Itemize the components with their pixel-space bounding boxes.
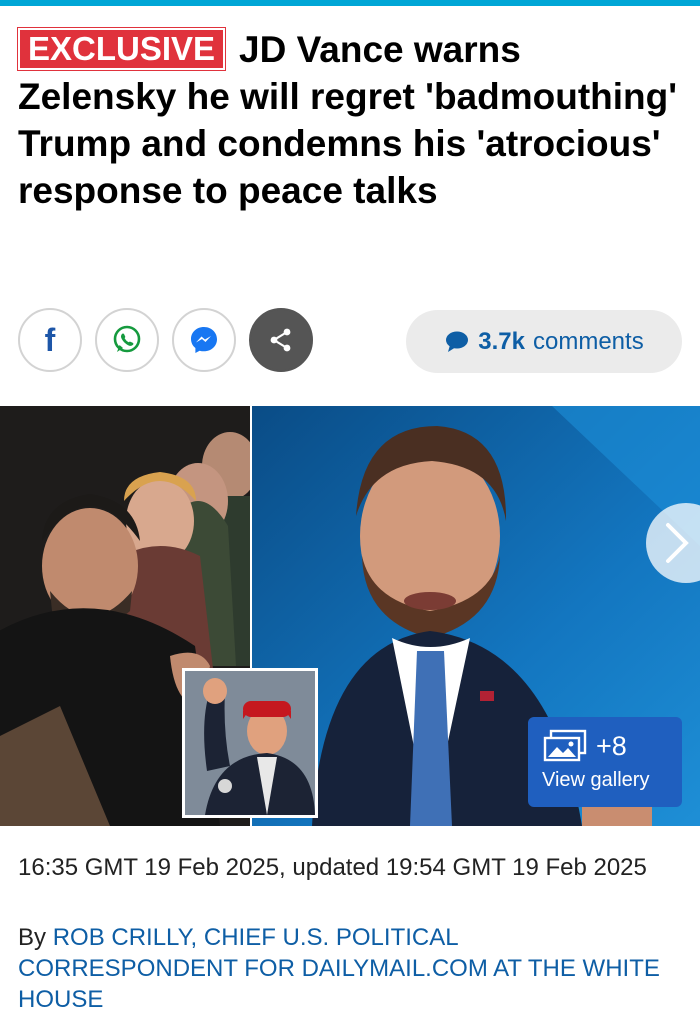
top-accent-bar — [0, 0, 700, 6]
chevron-right-icon — [666, 523, 689, 563]
comments-label: comments — [533, 327, 644, 355]
exclusive-badge: EXCLUSIVE — [18, 28, 226, 70]
speech-bubble-icon — [446, 331, 469, 352]
facebook-icon: f — [44, 321, 56, 358]
facebook-share-button[interactable]: f — [18, 308, 82, 372]
share-icon — [270, 328, 291, 352]
whatsapp-icon — [113, 325, 141, 353]
messenger-share-button[interactable] — [172, 308, 236, 372]
more-share-button[interactable] — [249, 308, 313, 372]
trump-inset-photo[interactable] — [182, 668, 318, 818]
whatsapp-share-button[interactable] — [95, 308, 159, 372]
article-headline: EXCLUSIVE JD Vance warns Zelensky he will… — [18, 26, 682, 214]
byline: By ROB CRILLY, CHIEF U.S. POLITICAL CORR… — [18, 922, 678, 1015]
gallery-label: View gallery — [542, 769, 650, 791]
gallery-icon — [543, 729, 587, 762]
comments-count: 3.7k — [478, 327, 525, 355]
hero-image-gallery[interactable]: +8 View gallery — [0, 406, 700, 826]
share-bar: f 3.7k comments — [18, 307, 682, 377]
byline-prefix: By — [18, 924, 47, 951]
messenger-icon — [191, 327, 217, 353]
comments-button[interactable]: 3.7k comments — [406, 310, 682, 373]
view-gallery-button[interactable]: +8 View gallery — [528, 717, 682, 807]
author-link[interactable]: ROB CRILLY, CHIEF U.S. POLITICAL CORRESP… — [18, 924, 660, 1013]
gallery-count: +8 — [596, 730, 627, 761]
article-timestamp: 16:35 GMT 19 Feb 2025, updated 19:54 GMT… — [18, 854, 647, 881]
